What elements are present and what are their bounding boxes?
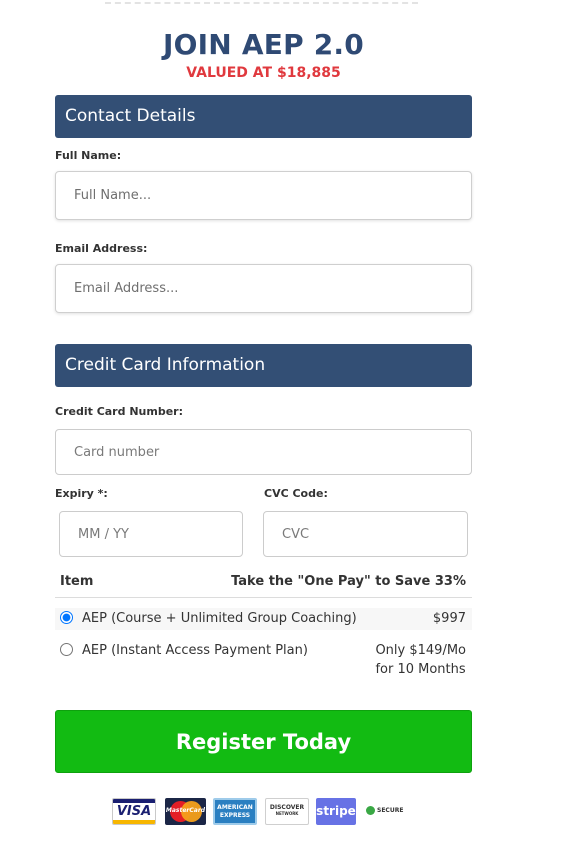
payment-plan-radio[interactable] [60, 643, 73, 656]
one-pay-label: AEP (Course + Unlimited Group Coaching) [82, 611, 357, 626]
contact-details-header: Contact Details [55, 95, 472, 138]
payment-plan-price: Only $149/Mo for 10 Months [375, 641, 466, 679]
email-input[interactable] [55, 264, 472, 313]
payment-plan-label: AEP (Instant Access Payment Plan) [82, 643, 308, 658]
cvc-label: CVC Code: [264, 487, 328, 500]
value-subtitle: VALUED AT $18,885 [186, 65, 341, 81]
price-column-header: Take the "One Pay" to Save 33% [231, 574, 466, 589]
payment-plan-price-line1: Only $149/Mo [375, 643, 466, 658]
item-column-header: Item [60, 574, 94, 589]
page-title: JOIN AEP 2.0 [163, 28, 364, 61]
one-pay-radio[interactable] [60, 611, 73, 624]
order-option-payment-plan[interactable]: AEP (Instant Access Payment Plan) Only $… [55, 640, 472, 682]
card-number-input[interactable] [55, 429, 472, 475]
secure-icon: SECURE [366, 798, 410, 825]
payment-plan-price-line2: for 10 Months [375, 662, 466, 677]
mastercard-icon: MasterCard [165, 798, 206, 825]
email-label: Email Address: [55, 242, 148, 255]
amex-icon: AMERICAN EXPRESS [213, 798, 257, 825]
expiry-label: Expiry *: [55, 487, 108, 500]
top-divider [105, 2, 418, 4]
register-button[interactable]: Register Today [55, 710, 472, 773]
full-name-input[interactable] [55, 171, 472, 220]
one-pay-price: $997 [432, 611, 466, 626]
order-header: Item Take the "One Pay" to Save 33% [55, 570, 472, 598]
discover-icon: DISCOVER NETWORK [265, 798, 309, 825]
full-name-label: Full Name: [55, 149, 122, 162]
visa-icon: VISA [112, 798, 156, 825]
cvc-input[interactable] [263, 511, 468, 557]
credit-card-header: Credit Card Information [55, 344, 472, 387]
order-option-one-pay[interactable]: AEP (Course + Unlimited Group Coaching) … [55, 608, 472, 630]
stripe-icon: stripe [316, 798, 356, 825]
expiry-input[interactable] [59, 511, 243, 557]
card-number-label: Credit Card Number: [55, 405, 183, 418]
